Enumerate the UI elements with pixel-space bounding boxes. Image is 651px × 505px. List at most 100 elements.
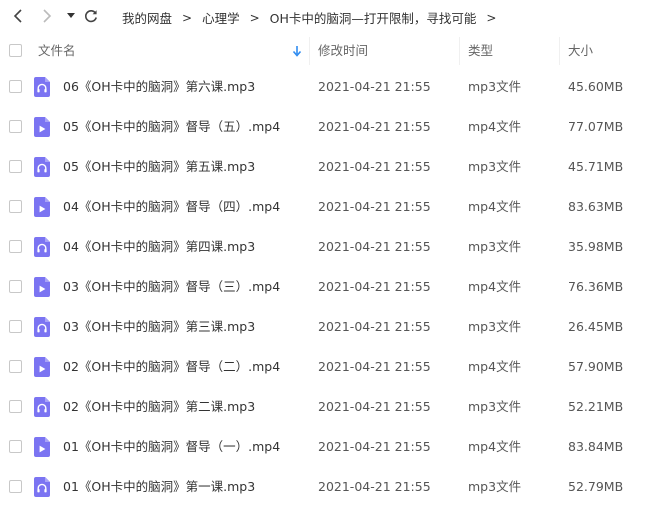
file-modified-time: 2021-04-21 21:55 [318,79,431,94]
column-header-size[interactable]: 大小 [568,35,593,67]
breadcrumb-separator: > [182,10,193,25]
file-modified-time: 2021-04-21 21:55 [318,159,431,174]
file-row[interactable]: 05《OH卡中的脑洞》督导（五）.mp4 2021-04-21 21:55 mp4文… [0,107,651,147]
back-button[interactable] [8,6,28,26]
forward-button[interactable] [37,6,57,26]
file-type: mp4文件 [468,119,522,134]
file-type: mp3文件 [468,479,522,494]
file-size: 76.36MB [568,279,624,294]
column-header-type[interactable]: 类型 [468,35,493,67]
breadcrumb-item-root[interactable]: 我的网盘 [122,8,172,27]
refresh-button[interactable] [81,6,101,26]
file-modified-time: 2021-04-21 21:55 [318,479,431,494]
breadcrumb: 我的网盘 > 心理学 > OH卡中的脑洞—打开限制，寻找可能 > [122,8,506,27]
file-name[interactable]: 05《OH卡中的脑洞》第五课.mp3 [63,147,255,187]
file-type: mp3文件 [468,319,522,334]
breadcrumb-separator: > [486,10,497,25]
file-type: mp3文件 [468,79,522,94]
file-name[interactable]: 01《OH卡中的脑洞》督导（一）.mp4 [63,427,280,467]
file-modified-time: 2021-04-21 21:55 [318,119,431,134]
row-checkbox[interactable] [9,360,22,373]
file-type: mp4文件 [468,199,522,214]
file-row[interactable]: 01《OH卡中的脑洞》督导（一）.mp4 2021-04-21 21:55 mp4文… [0,427,651,467]
file-modified-time: 2021-04-21 21:55 [318,319,431,334]
audio-file-icon [34,77,50,97]
video-file-icon [34,357,50,377]
file-row[interactable]: 01《OH卡中的脑洞》第一课.mp3 2021-04-21 21:55 mp3文件 5… [0,467,651,505]
row-checkbox[interactable] [9,160,22,173]
row-checkbox[interactable] [9,400,22,413]
file-row[interactable]: 02《OH卡中的脑洞》第二课.mp3 2021-04-21 21:55 mp3文件 5… [0,387,651,427]
file-modified-time: 2021-04-21 21:55 [318,399,431,414]
video-file-icon [34,197,50,217]
file-row[interactable]: 03《OH卡中的脑洞》第三课.mp3 2021-04-21 21:55 mp3文件 2… [0,307,651,347]
breadcrumb-item-current[interactable]: OH卡中的脑洞—打开限制，寻找可能 [270,8,477,27]
video-file-icon [34,117,50,137]
file-modified-time: 2021-04-21 21:55 [318,439,431,454]
file-name[interactable]: 03《OH卡中的脑洞》督导（三）.mp4 [63,267,280,307]
file-row[interactable]: 04《OH卡中的脑洞》督导（四）.mp4 2021-04-21 21:55 mp4文… [0,187,651,227]
column-divider[interactable] [309,37,310,65]
file-size: 26.45MB [568,319,624,334]
column-header-name[interactable]: 文件名 [38,35,76,67]
video-file-icon [34,277,50,297]
file-size: 45.71MB [568,159,624,174]
column-divider[interactable] [559,37,560,65]
file-name[interactable]: 02《OH卡中的脑洞》督导（二）.mp4 [63,347,280,387]
breadcrumb-item-psychology[interactable]: 心理学 [202,8,240,27]
file-modified-time: 2021-04-21 21:55 [318,199,431,214]
row-checkbox[interactable] [9,80,22,93]
file-name[interactable]: 02《OH卡中的脑洞》第二课.mp3 [63,387,255,427]
chevron-left-icon [13,9,22,23]
audio-file-icon [34,237,50,257]
navigation-bar: 我的网盘 > 心理学 > OH卡中的脑洞—打开限制，寻找可能 > [0,0,651,33]
file-size: 52.79MB [568,479,624,494]
file-type: mp3文件 [468,399,522,414]
column-divider[interactable] [459,37,460,65]
file-name[interactable]: 04《OH卡中的脑洞》第四课.mp3 [63,227,255,267]
file-name[interactable]: 01《OH卡中的脑洞》第一课.mp3 [63,467,255,505]
caret-down-icon [67,13,75,18]
row-checkbox[interactable] [9,440,22,453]
file-size: 77.07MB [568,119,624,134]
file-type: mp4文件 [468,439,522,454]
file-modified-time: 2021-04-21 21:55 [318,279,431,294]
file-type: mp3文件 [468,159,522,174]
file-modified-time: 2021-04-21 21:55 [318,239,431,254]
file-name[interactable]: 03《OH卡中的脑洞》第三课.mp3 [63,307,255,347]
file-name[interactable]: 06《OH卡中的脑洞》第六课.mp3 [63,67,255,107]
file-type: mp4文件 [468,359,522,374]
select-all-checkbox[interactable] [9,44,22,57]
audio-file-icon [34,157,50,177]
file-name[interactable]: 04《OH卡中的脑洞》督导（四）.mp4 [63,187,280,227]
video-file-icon [34,437,50,457]
file-row[interactable]: 06《OH卡中的脑洞》第六课.mp3 2021-04-21 21:55 mp3文件 4… [0,67,651,107]
file-type: mp4文件 [468,279,522,294]
file-list-header: 文件名 修改时间 类型 大小 [0,35,651,67]
file-size: 57.90MB [568,359,624,374]
audio-file-icon [34,477,50,497]
file-row[interactable]: 03《OH卡中的脑洞》督导（三）.mp4 2021-04-21 21:55 mp4文… [0,267,651,307]
chevron-right-icon [43,9,52,23]
row-checkbox[interactable] [9,320,22,333]
row-checkbox[interactable] [9,280,22,293]
file-row[interactable]: 02《OH卡中的脑洞》督导（二）.mp4 2021-04-21 21:55 mp4文… [0,347,651,387]
file-row[interactable]: 05《OH卡中的脑洞》第五课.mp3 2021-04-21 21:55 mp3文件 4… [0,147,651,187]
file-modified-time: 2021-04-21 21:55 [318,359,431,374]
sort-descending-icon[interactable] [292,45,302,57]
file-size: 45.60MB [568,79,624,94]
refresh-icon [85,10,97,23]
column-header-modified[interactable]: 修改时间 [318,35,368,67]
file-row[interactable]: 04《OH卡中的脑洞》第四课.mp3 2021-04-21 21:55 mp3文件 3… [0,227,651,267]
audio-file-icon [34,397,50,417]
row-checkbox[interactable] [9,120,22,133]
row-checkbox[interactable] [9,200,22,213]
file-type: mp3文件 [468,239,522,254]
history-dropdown-button[interactable] [61,6,81,26]
file-size: 35.98MB [568,239,624,254]
row-checkbox[interactable] [9,240,22,253]
breadcrumb-separator: > [249,10,260,25]
file-size: 52.21MB [568,399,624,414]
file-name[interactable]: 05《OH卡中的脑洞》督导（五）.mp4 [63,107,280,147]
row-checkbox[interactable] [9,480,22,493]
